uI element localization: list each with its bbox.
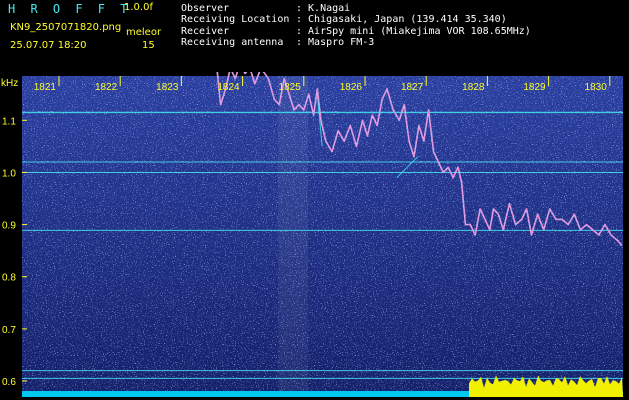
x-tick-label: 1823 [156, 82, 179, 93]
y-tick-label: 0.9 [2, 221, 16, 232]
x-tick-label: 1824 [217, 82, 240, 93]
spectrogram-chart: 1821 1822 1823 1824 1825 1826 1827 1828 1829 1830… [0, 72, 629, 400]
datetime: 25.07.07 18:20 [10, 40, 87, 51]
y-axis-unit: kHz [1, 78, 18, 89]
x-tick-label: 1825 [279, 82, 302, 93]
antenna-label: Receiving antenna [181, 37, 284, 48]
x-tick-label: 1829 [523, 82, 546, 93]
header-panel: H R O F F T 1.0.0f KN9_2507071820.png me… [0, 0, 629, 72]
receiver-label: Receiver [181, 26, 230, 37]
location-value: : Chigasaki, Japan (139.414 35.340) [296, 14, 507, 25]
y-tick-label: 1.0 [2, 168, 16, 179]
y-tick-label: 1.1 [2, 116, 16, 127]
vertical-streak [278, 76, 308, 394]
y-tick-label: 0.7 [2, 325, 16, 336]
y-tick-label: 0.8 [2, 273, 16, 284]
x-tick-label: 1822 [95, 82, 118, 93]
interval: 15 [142, 40, 155, 51]
app-name: H R O F F T [8, 2, 132, 16]
x-tick-label: 1826 [340, 82, 363, 93]
y-tick-label: 0.6 [2, 377, 16, 388]
observer-label: Observer [181, 3, 230, 14]
antenna-value: : Maspro FM-3 [296, 37, 375, 48]
x-tick-label: 1830 [585, 82, 608, 93]
x-tick-label: 1827 [401, 82, 424, 93]
x-tick-label: 1821 [34, 82, 57, 93]
mode-label: meleor [126, 27, 162, 38]
app-version: 1.0.0f [124, 2, 153, 13]
x-tick-label: 1828 [462, 82, 485, 93]
location-label: Receiving Location [181, 14, 290, 25]
receiver-value: : AirSpy mini (Miakejima VOR 108.65MHz) [296, 26, 531, 37]
filename: KN9_2507071820.png [10, 22, 122, 33]
observer-value: : K.Nagai [296, 3, 351, 14]
